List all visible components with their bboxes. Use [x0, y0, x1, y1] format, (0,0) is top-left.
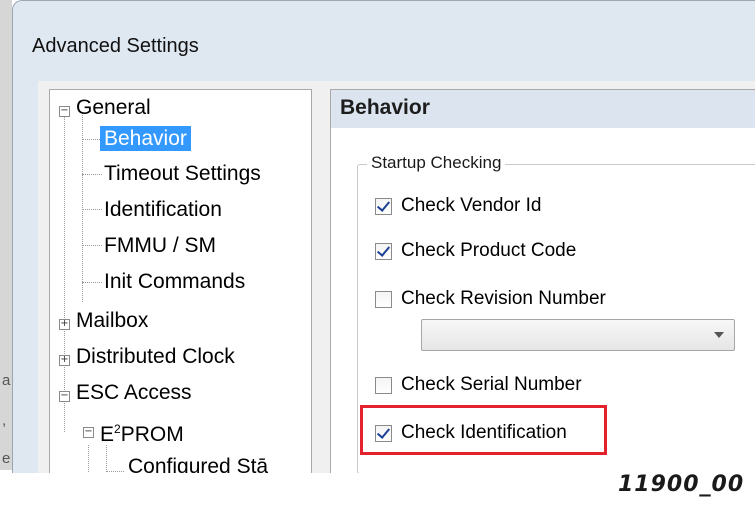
tree-item-label: FMMU / SM [104, 234, 216, 257]
tree-item-label: Init Commands [104, 270, 246, 293]
background-window-edge: a , e [0, 0, 12, 470]
tree-item-timeout-settings[interactable]: Timeout Settings [100, 160, 265, 188]
tree-guide-line [82, 174, 102, 175]
collapse-general-icon[interactable]: − [59, 106, 70, 117]
collapse-eeprom-icon[interactable]: − [83, 427, 94, 438]
startup-checking-legend: Startup Checking [367, 153, 506, 173]
check-identification-highlight [360, 405, 607, 455]
check-serial-number-checkbox[interactable]: Check Serial Number [375, 374, 582, 396]
checkmark-icon[interactable] [375, 242, 392, 260]
tree-item-label: Distributed Clock [76, 345, 235, 368]
background-glyph: , [2, 412, 7, 429]
collapse-esc-access-icon[interactable]: − [59, 391, 70, 402]
checkbox-label: Check Revision Number [401, 288, 606, 309]
tree-item-mailbox[interactable]: Mailbox [72, 307, 152, 335]
check-product-code-checkbox[interactable]: Check Product Code [375, 240, 576, 262]
tree-item-configured-station[interactable]: Configured Stā [124, 453, 272, 473]
tree-guide-line [82, 245, 102, 246]
tree-item-fmmu-sm[interactable]: FMMU / SM [100, 232, 220, 260]
tree-item-general[interactable]: General [72, 94, 155, 122]
tree-guide-line [106, 445, 107, 473]
check-revision-number-checkbox[interactable]: Check Revision Number [375, 288, 606, 310]
tree-item-esc-access[interactable]: ESC Access [72, 379, 196, 407]
tree-guide-line [82, 282, 102, 283]
tree-item-label: Mailbox [76, 309, 149, 332]
tree-item-init-commands[interactable]: Init Commands [100, 268, 249, 296]
tree-guide-line [82, 112, 83, 302]
background-glyph: a [2, 372, 11, 389]
tree-item-label: ESC Access [76, 381, 192, 404]
tree-item-behavior[interactable]: Behavior [100, 125, 191, 153]
tree-item-label: E2PROM [96, 422, 188, 447]
checkbox-box[interactable] [375, 290, 392, 308]
checkbox-label: Check Serial Number [401, 374, 582, 395]
checkbox-label: Check Product Code [401, 240, 577, 261]
tree-item-label: Identification [104, 198, 222, 221]
tree-guide-line [88, 445, 89, 473]
tree-guide-line [82, 139, 102, 140]
tree-item-label: Configured Stā [128, 455, 269, 473]
tree-item-eeprom[interactable]: E2PROM [96, 415, 188, 449]
background-glyph: e [2, 450, 11, 467]
window-title: Advanced Settings [32, 35, 199, 57]
eeprom-prefix: E [100, 423, 115, 446]
eeprom-suffix: PROM [120, 423, 184, 446]
check-vendor-id-checkbox[interactable]: Check Vendor Id [375, 195, 541, 217]
tree-item-distributed-clock[interactable]: Distributed Clock [72, 343, 239, 371]
revision-number-dropdown[interactable] [421, 319, 735, 351]
dropdown-arrow-icon [714, 332, 724, 338]
settings-tree[interactable]: − General Behavior Timeout Settings Iden… [49, 89, 312, 473]
figure-caption: 11900_00 [618, 472, 745, 497]
tree-item-identification[interactable]: Identification [100, 196, 226, 224]
tree-item-label: General [76, 96, 151, 119]
checkbox-label: Check Vendor Id [401, 195, 542, 216]
panel-header: Behavior [331, 90, 755, 128]
title-bar[interactable]: Advanced Settings [13, 1, 755, 81]
tree-guide-line [106, 471, 124, 472]
expand-distributed-clock-icon[interactable]: + [59, 355, 70, 366]
tree-guide-line [64, 112, 65, 432]
checkbox-box[interactable] [375, 376, 392, 394]
tree-item-label: Timeout Settings [104, 162, 261, 185]
checkmark-icon[interactable] [375, 197, 392, 215]
tree-item-label: Behavior [100, 126, 191, 151]
expand-mailbox-icon[interactable]: + [59, 319, 70, 330]
eeprom-superscript: 2 [114, 422, 121, 436]
advanced-settings-dialog: Advanced Settings − General Behavior Tim… [12, 0, 755, 473]
tree-guide-line [82, 209, 102, 210]
panel-title: Behavior [340, 96, 430, 119]
